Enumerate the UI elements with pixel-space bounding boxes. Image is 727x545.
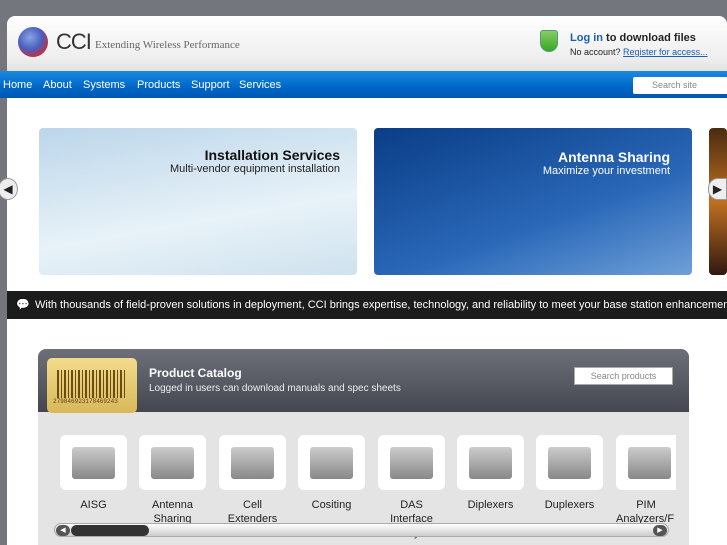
scroll-right-icon[interactable]: ▶ — [653, 525, 667, 536]
product-image — [378, 435, 445, 490]
product-scrollbar[interactable]: ◀ ▶ — [54, 523, 669, 537]
login-text: to download files — [603, 32, 696, 44]
nav-support[interactable]: Support — [191, 79, 230, 91]
product-image — [298, 435, 365, 490]
catalog-subtitle: Logged in users can download manuals and… — [149, 383, 401, 394]
main-nav: Home About Systems Products Support Serv… — [0, 71, 727, 98]
product-item[interactable]: Cositing — [298, 435, 365, 512]
site-search-input[interactable]: Search site — [633, 77, 727, 94]
product-label: DAS Interface — [390, 499, 433, 525]
nav-services[interactable]: Services — [239, 79, 281, 91]
product-item[interactable]: AISG — [60, 435, 127, 512]
banner-installation[interactable]: Installation Services Multi-vendor equip… — [39, 128, 357, 275]
product-label: Antenna — [152, 499, 193, 511]
banner-title: Installation Services — [204, 147, 340, 163]
product-image — [536, 435, 603, 490]
login-link[interactable]: Log in — [570, 32, 603, 44]
product-item[interactable]: Antenna Sharing — [139, 435, 206, 526]
product-catalog: 279846923178469243 Product Catalog Logge… — [38, 349, 689, 545]
product-label: Diplexers — [467, 499, 514, 511]
product-label: Cell — [243, 499, 262, 511]
speech-bubble-icon: 💬 — [16, 299, 30, 311]
nav-products[interactable]: Products — [137, 79, 180, 91]
logo-tagline: Extending Wireless Performance — [95, 39, 240, 51]
product-search-input[interactable]: Search products — [574, 367, 673, 385]
barcode-number: 279846923178469243 — [53, 398, 118, 405]
banner-subtitle: Maximize your investment — [542, 165, 670, 177]
product-label: Cositing — [311, 499, 352, 511]
shield-icon — [540, 30, 558, 52]
nav-about[interactable]: About — [43, 79, 72, 91]
barcode-icon: 279846923178469243 — [47, 358, 137, 413]
site-header: CCI Extending Wireless Performance Log i… — [7, 16, 727, 76]
news-ticker: 💬 With thousands of field-proven solutio… — [7, 291, 727, 319]
product-label: PIM — [636, 499, 656, 511]
nav-home[interactable]: Home — [3, 79, 32, 91]
product-label: AISG — [80, 499, 107, 511]
product-image — [219, 435, 286, 490]
scrollbar-thumb[interactable] — [71, 525, 149, 536]
register-prompt: No account? Register for access... — [570, 47, 708, 57]
banner-subtitle: Multi-vendor equipment installation — [170, 163, 340, 175]
no-account-text: No account? — [570, 47, 624, 57]
product-image — [139, 435, 206, 490]
banner-antenna-sharing[interactable]: Antenna Sharing Maximize your investment — [374, 128, 692, 275]
product-item[interactable]: PIM Analyzers/F — [616, 435, 676, 526]
product-item[interactable]: Diplexers — [457, 435, 524, 512]
product-image — [60, 435, 127, 490]
product-item[interactable]: Cell Extenders — [219, 435, 286, 526]
scroll-left-icon[interactable]: ◀ — [56, 525, 70, 536]
carousel-next-icon[interactable]: ▶ — [708, 178, 727, 200]
product-image — [457, 435, 524, 490]
catalog-title: Product Catalog — [149, 366, 242, 380]
logo-globe-icon[interactable] — [18, 27, 48, 57]
register-link[interactable]: Register for access... — [623, 47, 708, 57]
logo-text[interactable]: CCI — [56, 29, 92, 55]
nav-systems[interactable]: Systems — [83, 79, 125, 91]
main-content: Installation Services Multi-vendor equip… — [0, 98, 727, 545]
product-item[interactable]: Duplexers — [536, 435, 603, 512]
catalog-header: 279846923178469243 Product Catalog Logge… — [38, 349, 689, 413]
banner-partial[interactable] — [709, 128, 727, 275]
login-prompt: Log in to download files — [570, 32, 696, 44]
product-image — [616, 435, 676, 490]
carousel-prev-icon[interactable]: ◀ — [0, 178, 18, 200]
banner-title: Antenna Sharing — [557, 149, 670, 165]
product-label: Duplexers — [544, 499, 595, 511]
ticker-text: With thousands of field-proven solutions… — [35, 299, 727, 311]
